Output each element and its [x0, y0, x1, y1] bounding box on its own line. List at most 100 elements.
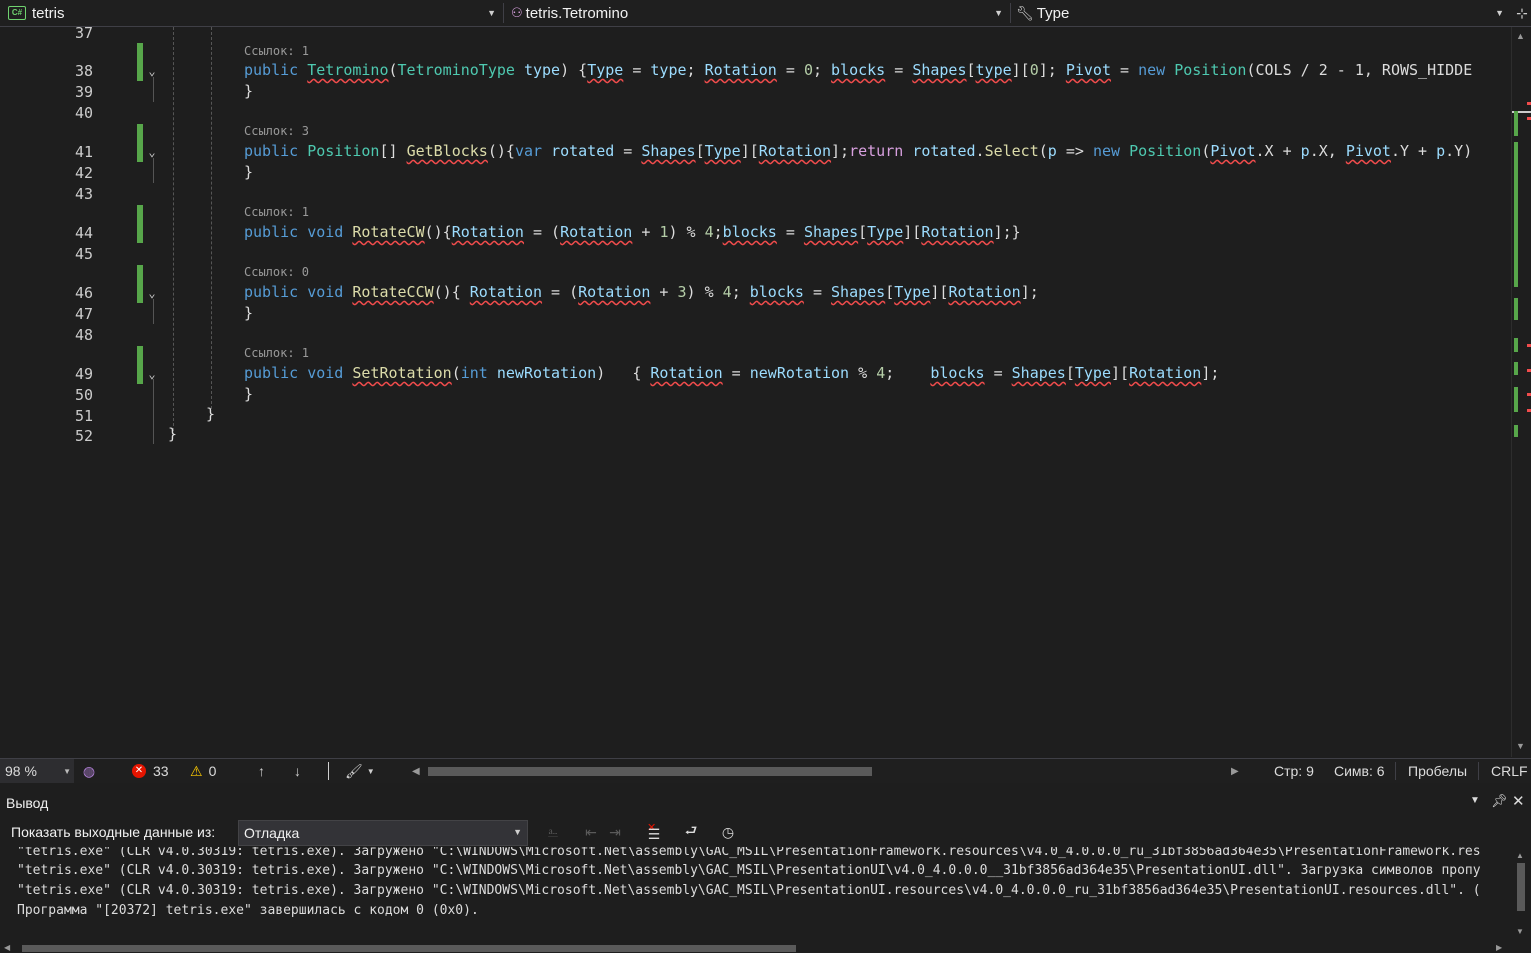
go-to-message-icon[interactable]: ⎁: [542, 821, 564, 843]
zoom-level: 98 %: [5, 763, 37, 779]
line-number: 37: [74, 27, 93, 42]
scroll-up-arrow-icon[interactable]: ▲: [1516, 31, 1525, 41]
output-hscroll-thumb[interactable]: [22, 945, 796, 952]
code-line-38[interactable]: public Tetromino(TetrominoType type) {Ty…: [244, 61, 1472, 79]
line-number: 46: [74, 284, 93, 302]
output-horizontal-scrollbar[interactable]: ◀ ▶: [0, 943, 1511, 953]
code-editor[interactable]: ⌄ ⌄ ⌄ ⌄ 37 38 39 40 41 42 43 44 45 46 47…: [0, 27, 1511, 757]
indent-guide: [211, 27, 212, 409]
code-line-39[interactable]: }: [244, 82, 253, 100]
line-number: 38: [74, 62, 93, 80]
scroll-right-arrow-icon[interactable]: ▶: [1496, 943, 1502, 952]
navigation-bar: C# tetris ▼ ⚇ tetris.Tetromino ▼ 🔧︎ Type…: [0, 0, 1531, 27]
error-map-marker: [1527, 344, 1531, 347]
code-line-50[interactable]: }: [244, 385, 253, 403]
fold-guide: [153, 299, 154, 324]
warning-icon: ⚠: [190, 762, 203, 779]
line-number: 41: [74, 143, 93, 161]
error-map-marker: [1527, 409, 1531, 412]
error-count-value: 33: [153, 763, 169, 779]
collapse-chevron-icon[interactable]: ⌄: [146, 368, 158, 380]
error-count[interactable]: ✕ 33: [132, 759, 169, 783]
collapse-chevron-icon[interactable]: ⌄: [146, 65, 158, 77]
codelens-references[interactable]: Ссылок: 0: [244, 265, 309, 279]
codelens-references[interactable]: Ссылок: 3: [244, 124, 309, 138]
code-line-49[interactable]: public void SetRotation(int newRotation)…: [244, 364, 1219, 382]
editor-status-strip: 98 % ▼ ◍ ✕ 33 ⚠ 0 ↑ ↓ 🖌︎ ▼ ◀ ▶ Стр: 9 Сим…: [0, 758, 1531, 783]
code-line-52[interactable]: }: [168, 425, 177, 443]
window-position-dropdown-icon[interactable]: ▼: [1470, 795, 1480, 806]
type-dropdown[interactable]: ⚇ tetris.Tetromino ▼: [507, 0, 1007, 26]
line-number: 43: [74, 185, 93, 203]
code-line-47[interactable]: }: [244, 304, 253, 322]
class-icon: ⚇: [511, 5, 523, 20]
line-number: 49: [74, 365, 93, 383]
code-cleanup-brush-icon[interactable]: 🖌︎ ▼: [345, 759, 375, 783]
line-number: 45: [74, 245, 93, 263]
pin-icon[interactable]: 📌︎: [1491, 793, 1508, 809]
csharp-project-icon: C#: [8, 6, 26, 20]
scroll-left-arrow-icon[interactable]: ◀: [412, 759, 420, 783]
error-map-marker: [1527, 369, 1531, 372]
scroll-down-arrow-icon[interactable]: ▼: [1516, 927, 1524, 936]
output-vertical-scrollbar[interactable]: ▲ ▼: [1511, 847, 1531, 943]
project-name: tetris: [32, 4, 65, 22]
scroll-up-arrow-icon[interactable]: ▲: [1516, 851, 1524, 860]
output-source-value: Отладка: [244, 825, 300, 841]
change-marker: [137, 124, 143, 162]
line-number: 42: [74, 164, 93, 182]
project-dropdown[interactable]: C# tetris ▼: [0, 0, 500, 26]
change-map-marker: [1514, 362, 1518, 375]
split-icon: ⊹: [1516, 4, 1528, 21]
line-ending-indicator[interactable]: CRLF: [1491, 759, 1528, 783]
output-line: "tetris.exe" (CLR v4.0.30319: tetris.exe…: [17, 883, 1481, 898]
code-line-46[interactable]: public void RotateCCW(){ Rotation = (Rot…: [244, 283, 1039, 301]
output-line: "tetris.exe" (CLR v4.0.30319: tetris.exe…: [17, 847, 1481, 859]
chevron-down-icon: ▼: [513, 827, 522, 837]
fold-guide: [153, 77, 154, 102]
clear-all-icon[interactable]: ✕ ☰: [643, 821, 665, 843]
scroll-down-arrow-icon[interactable]: ▼: [1516, 741, 1525, 751]
split-editor-button[interactable]: ⊹: [1513, 0, 1531, 26]
collapse-chevron-icon[interactable]: ⌄: [146, 146, 158, 158]
output-panel-header: Вывод ▼ 📌︎ ✕: [0, 790, 1531, 816]
column-indicator[interactable]: Симв: 6: [1334, 759, 1385, 783]
codelens-references[interactable]: Ссылок: 1: [244, 346, 309, 360]
close-icon[interactable]: ✕: [1512, 792, 1525, 810]
indentation-indicator[interactable]: Пробелы: [1408, 759, 1467, 783]
line-number: 47: [74, 305, 93, 323]
code-line-41[interactable]: public Position[] GetBlocks(){var rotate…: [244, 142, 1472, 160]
output-scroll-thumb[interactable]: [1517, 863, 1525, 911]
member-name: Type: [1036, 4, 1070, 22]
scroll-right-arrow-icon[interactable]: ▶: [1231, 759, 1239, 783]
change-map-marker: [1514, 338, 1518, 352]
code-line-42[interactable]: }: [244, 163, 253, 181]
codelens-references[interactable]: Ссылок: 1: [244, 44, 309, 58]
error-map-marker: [1527, 117, 1531, 120]
horizontal-scrollbar-thumb[interactable]: [428, 767, 872, 776]
codelens-references[interactable]: Ссылок: 1: [244, 205, 309, 219]
change-marker: [137, 265, 143, 303]
previous-issue-arrow-icon[interactable]: ↑: [258, 759, 265, 783]
change-map-marker: [1514, 387, 1518, 412]
word-wrap-icon[interactable]: ⮐: [680, 821, 702, 843]
output-text-area[interactable]: "tetris.exe" (CLR v4.0.30319: tetris.exe…: [0, 847, 1511, 943]
next-issue-arrow-icon[interactable]: ↓: [294, 759, 301, 783]
code-line-44[interactable]: public void RotateCW(){Rotation = (Rotat…: [244, 223, 1021, 241]
clock-icon[interactable]: ◷: [717, 821, 739, 843]
collapse-chevron-icon[interactable]: ⌄: [146, 287, 158, 299]
next-message-icon[interactable]: ⇥: [604, 821, 626, 843]
line-indicator[interactable]: Стр: 9: [1274, 759, 1314, 783]
copilot-icon[interactable]: ◍: [80, 759, 98, 783]
code-line-51[interactable]: }: [206, 405, 215, 423]
line-number: 48: [74, 326, 93, 344]
output-source-dropdown[interactable]: Отладка ▼: [238, 820, 528, 846]
warning-count[interactable]: ⚠ 0: [190, 759, 216, 783]
zoom-dropdown[interactable]: 98 % ▼: [0, 759, 74, 783]
fold-guide: [153, 379, 154, 444]
member-dropdown[interactable]: 🔧︎ Type ▼: [1014, 0, 1508, 26]
editor-vertical-scrollbar[interactable]: ▲ ▼: [1511, 27, 1531, 757]
scroll-left-arrow-icon[interactable]: ◀: [4, 943, 10, 952]
line-number: 52: [74, 427, 93, 445]
previous-message-icon[interactable]: ⇤: [580, 821, 602, 843]
